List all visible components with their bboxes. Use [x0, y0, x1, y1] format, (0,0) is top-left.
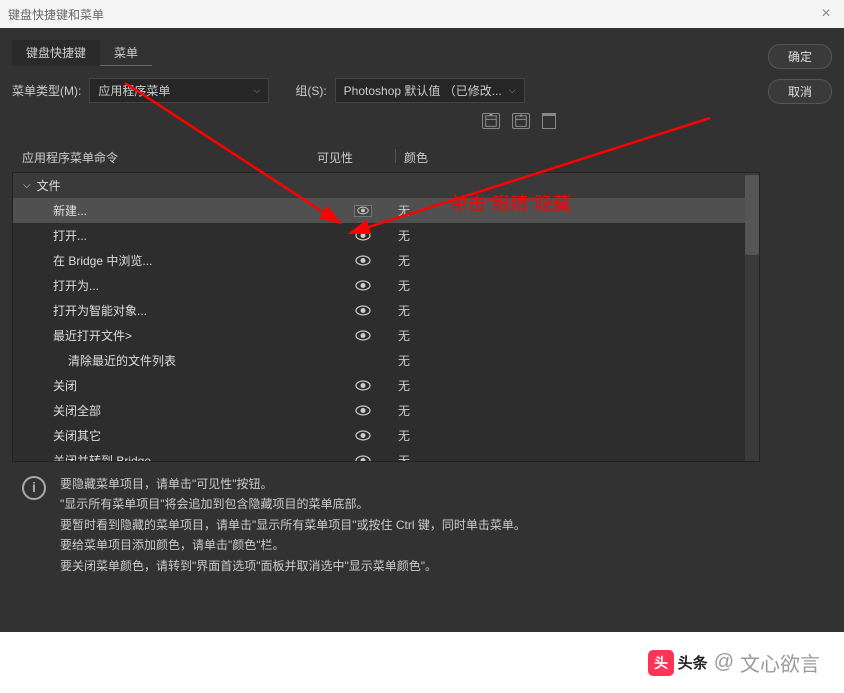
- tree-row[interactable]: 新建... 无: [13, 198, 759, 223]
- chevron-down-icon: ⌵: [23, 180, 31, 191]
- close-icon[interactable]: ×: [816, 5, 836, 23]
- tree-item-color: 无: [398, 452, 410, 462]
- footer-name: 文心欲言: [740, 648, 820, 677]
- tree-row[interactable]: 在 Bridge 中浏览... 无: [13, 248, 759, 273]
- tree-item-label: 清除最近的文件列表: [23, 352, 328, 369]
- tree-item-label: 打开...: [23, 227, 328, 244]
- save-set-icon[interactable]: [482, 113, 500, 129]
- eye-icon[interactable]: [354, 380, 372, 392]
- header-visibility: 可见性: [317, 149, 387, 166]
- cancel-button[interactable]: 取消: [768, 79, 832, 104]
- tree-item-label: 关闭全部: [23, 402, 328, 419]
- tab-menus[interactable]: 菜单: [100, 40, 152, 66]
- tree-item-color: 无: [398, 252, 410, 269]
- menu-type-select[interactable]: 应用程序菜单 ⌵: [89, 78, 269, 103]
- chevron-down-icon: ⌵: [254, 85, 261, 96]
- footer-at: @: [714, 651, 734, 674]
- tree-item-color: 无: [398, 377, 410, 394]
- set-select[interactable]: Photoshop 默认值 （已修改... ⌵: [335, 78, 525, 103]
- tree-row[interactable]: 关闭 无: [13, 373, 759, 398]
- tree-group-file[interactable]: ⌵ 文件: [13, 173, 759, 198]
- tree-item-label: 新建...: [23, 202, 328, 219]
- menu-type-value: 应用程序菜单: [98, 82, 170, 99]
- info-text: 要隐藏菜单项目，请单击"可见性"按钮。 "显示所有菜单项目"将会追加到包含隐藏项…: [60, 474, 526, 576]
- menu-tree: ⌵ 文件 新建...无打开...无在 Bridge 中浏览...无打开为...无…: [12, 172, 760, 462]
- set-label: 组(S):: [295, 82, 326, 99]
- tree-item-color: 无: [398, 302, 410, 319]
- tree-item-color: 无: [398, 352, 410, 369]
- eye-icon[interactable]: [354, 405, 372, 417]
- tree-row[interactable]: 关闭并转到 Bridge... 无: [13, 448, 759, 462]
- tree-item-label: 在 Bridge 中浏览...: [23, 252, 328, 269]
- menu-type-label: 菜单类型(M):: [12, 82, 81, 99]
- window-title: 键盘快捷键和菜单: [8, 6, 104, 23]
- tree-item-color: 无: [398, 427, 410, 444]
- tree-item-label: 关闭并转到 Bridge...: [23, 452, 328, 462]
- tree-item-color: 无: [398, 402, 410, 419]
- tree-row[interactable]: 清除最近的文件列表 无: [13, 348, 759, 373]
- tree-row[interactable]: 最近打开文件> 无: [13, 323, 759, 348]
- tree-item-label: 打开为智能对象...: [23, 302, 328, 319]
- eye-icon[interactable]: [354, 205, 372, 217]
- tree-row[interactable]: 打开... 无: [13, 223, 759, 248]
- eye-icon[interactable]: [354, 455, 372, 463]
- delete-set-icon[interactable]: [542, 113, 556, 129]
- tree-row[interactable]: 打开为智能对象... 无: [13, 298, 759, 323]
- scrollbar-thumb[interactable]: [745, 175, 759, 255]
- tree-item-color: 无: [398, 202, 410, 219]
- info-icon: i: [22, 476, 46, 500]
- scrollbar[interactable]: [745, 173, 759, 461]
- chevron-down-icon: ⌵: [509, 85, 516, 96]
- eye-icon[interactable]: [354, 230, 372, 242]
- ok-button[interactable]: 确定: [768, 44, 832, 69]
- tree-item-label: 关闭: [23, 377, 328, 394]
- set-value: Photoshop 默认值 （已修改...: [344, 82, 502, 99]
- header-command: 应用程序菜单命令: [22, 149, 317, 166]
- tree-group-label: 文件: [37, 177, 61, 194]
- eye-icon[interactable]: [354, 330, 372, 342]
- tree-item-color: 无: [398, 227, 410, 244]
- eye-icon[interactable]: [354, 255, 372, 267]
- tree-item-label: 最近打开文件>: [23, 327, 328, 344]
- tree-row[interactable]: 关闭其它 无: [13, 423, 759, 448]
- header-color: 颜色: [404, 149, 750, 166]
- footer-brand: 头 头条: [648, 650, 708, 676]
- tree-row[interactable]: 打开为... 无: [13, 273, 759, 298]
- tree-row[interactable]: 关闭全部 无: [13, 398, 759, 423]
- eye-icon[interactable]: [354, 280, 372, 292]
- svg-text:头: 头: [654, 655, 668, 671]
- eye-icon[interactable]: [354, 430, 372, 442]
- tab-shortcuts[interactable]: 键盘快捷键: [12, 40, 100, 66]
- tree-item-color: 无: [398, 277, 410, 294]
- tree-item-label: 关闭其它: [23, 427, 328, 444]
- eye-icon[interactable]: [354, 305, 372, 317]
- new-set-icon[interactable]: [512, 113, 530, 129]
- tree-item-label: 打开为...: [23, 277, 328, 294]
- tree-item-color: 无: [398, 327, 410, 344]
